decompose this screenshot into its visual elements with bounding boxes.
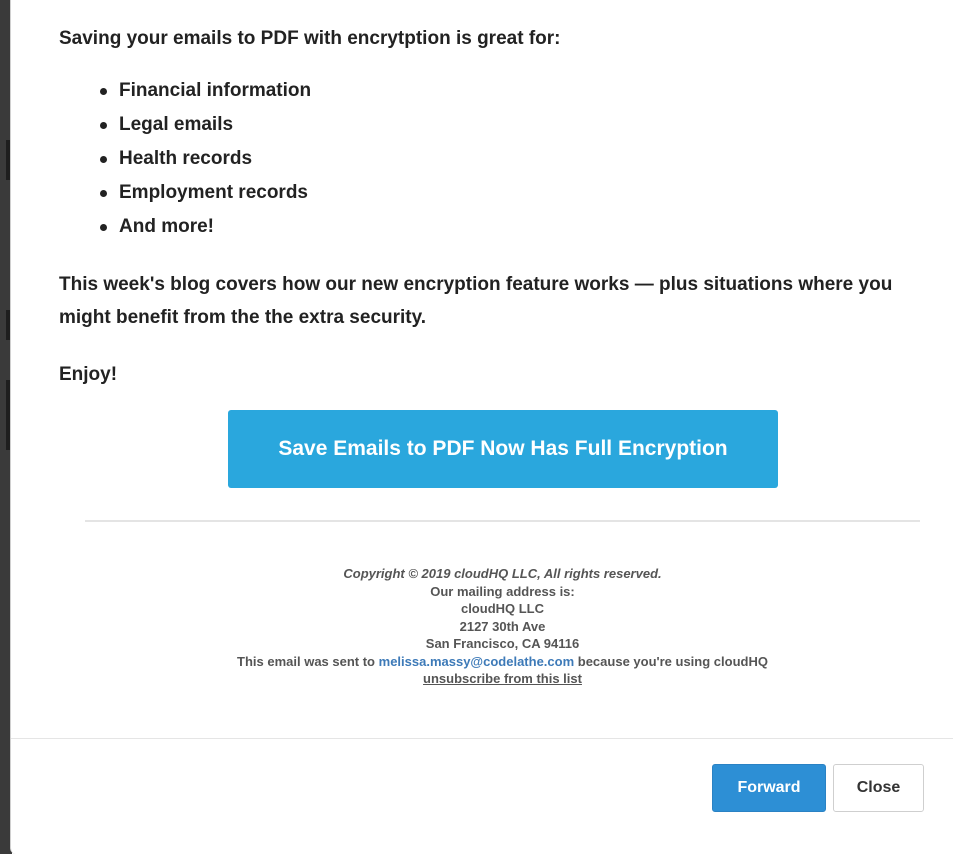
bullet-icon [100,156,107,163]
unsubscribe-link[interactable]: unsubscribe from this list [423,671,582,686]
sent-to-line: This email was sent to melissa.massy@cod… [11,653,953,671]
intro-text: Saving your emails to PDF with encrytpti… [59,28,561,49]
list-item: And more! [97,213,311,247]
blog-paragraph: This week's blog covers how our new encr… [59,274,893,328]
list-item: Health records [97,145,311,179]
bullet-icon [100,122,107,129]
email-body[interactable]: Saving your emails to PDF with encrytpti… [11,0,953,738]
benefits-list: Financial information Legal emails Healt… [97,77,311,247]
email-footer: Copyright © 2019 cloudHQ LLC, All rights… [11,565,953,688]
city-address: San Francisco, CA 94116 [425,636,580,651]
list-item: Financial information [97,77,311,111]
copyright-text: Copyright © 2019 cloudHQ LLC, All rights… [343,566,662,581]
close-button[interactable]: Close [833,764,924,812]
bullet-icon [100,224,107,231]
company-name: cloudHQ LLC [460,601,545,616]
mailing-address-label: Our mailing address is: [430,583,575,599]
divider [85,520,920,522]
cta-button[interactable]: Save Emails to PDF Now Has Full Encrypti… [228,410,778,488]
forward-button[interactable]: Forward [712,764,826,812]
bullet-icon [100,190,107,197]
list-item: Employment records [97,179,311,213]
sent-to-prefix: This email was sent to [237,653,376,669]
list-item: Legal emails [97,111,311,145]
enjoy-text: Enjoy! [59,364,118,385]
email-preview-dialog: Saving your emails to PDF with encrytpti… [10,0,953,854]
sent-to-suffix: because you're using cloudHQ [577,653,768,669]
bullet-icon [100,88,107,95]
recipient-email-link[interactable]: melissa.massy@codelathe.com [379,654,575,669]
dialog-footer: Forward Close [11,738,953,854]
street-address: 2127 30th Ave [459,618,546,634]
